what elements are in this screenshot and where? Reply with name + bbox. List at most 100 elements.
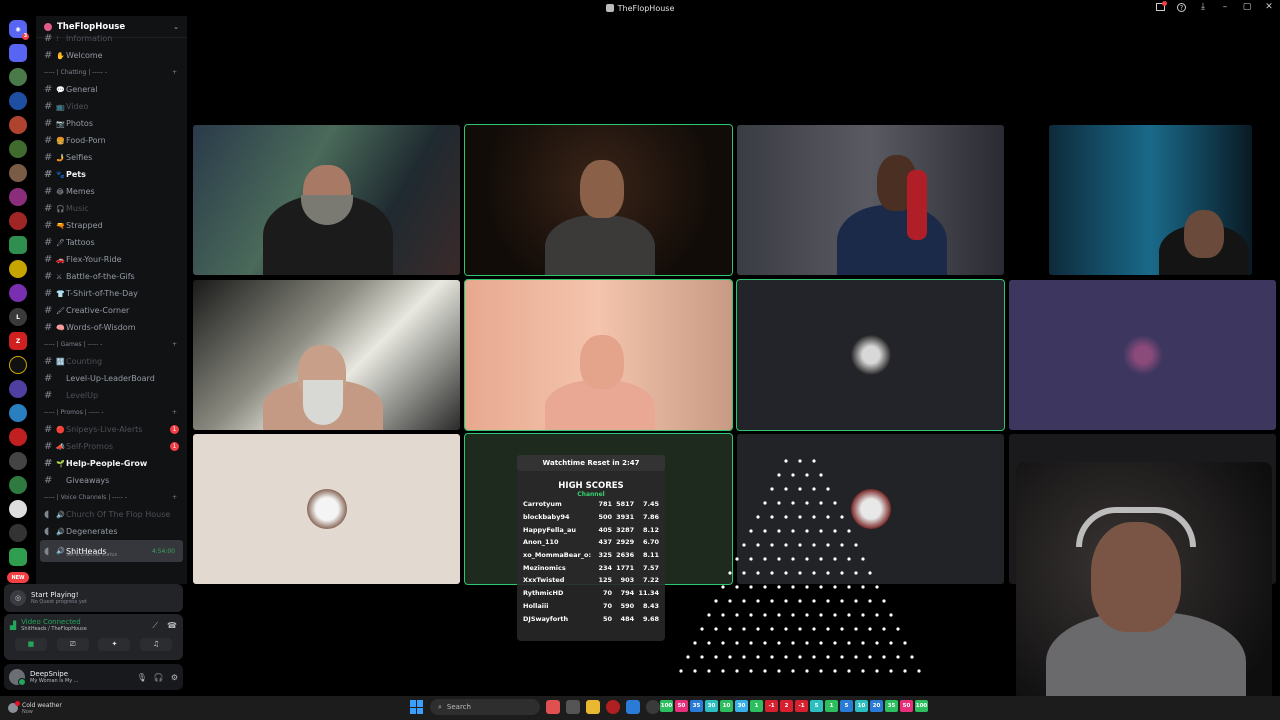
text-channel[interactable]: # ✋ Welcome xyxy=(36,47,187,64)
server-icon[interactable]: Z xyxy=(9,332,27,350)
maximize-button[interactable]: ▢ xyxy=(1242,2,1252,12)
voice-channel[interactable]: ◖ 🔊 ShitHeads 4:54:00 Set a channel status xyxy=(40,540,183,562)
text-channel[interactable]: # 🔫 Strapped xyxy=(36,217,187,234)
text-channel[interactable]: # 🎧 Music xyxy=(36,200,187,217)
video-tile[interactable] xyxy=(1009,280,1276,430)
text-channel[interactable]: # 🧠 Words-of-Wisdom xyxy=(36,319,187,336)
text-channel[interactable]: # 💬 General xyxy=(36,81,187,98)
text-channel[interactable]: # Giveaways xyxy=(36,472,187,489)
file-explorer-icon[interactable] xyxy=(586,700,600,714)
video-tile[interactable] xyxy=(464,124,733,276)
voice-channel[interactable]: ◖ 🔊 Church Of The Flop House xyxy=(36,506,187,523)
server-icon[interactable] xyxy=(9,68,27,86)
start-button[interactable] xyxy=(410,700,424,714)
video-tile[interactable] xyxy=(737,125,1004,275)
taskbar-search[interactable]: ⌕ Search xyxy=(430,699,540,715)
screen-share-button[interactable]: ⎚ xyxy=(56,638,89,651)
text-channel[interactable]: #! Information xyxy=(36,30,187,47)
microphone-icon[interactable]: 🎙 xyxy=(137,673,147,682)
text-channel[interactable]: # 🤳 Selfies xyxy=(36,149,187,166)
server-icon[interactable] xyxy=(9,260,27,278)
channel-category[interactable]: ----- | Promos | ----- - + xyxy=(36,404,187,421)
server-icon[interactable] xyxy=(9,164,27,182)
inbox-icon[interactable] xyxy=(1156,1,1167,11)
channel-category[interactable]: ----- | Games | ----- - + xyxy=(36,336,187,353)
signal-icon[interactable]: ▟ xyxy=(10,621,16,630)
text-channel[interactable]: # 🖌 Creative-Corner xyxy=(36,302,187,319)
task-view-icon[interactable] xyxy=(566,700,580,714)
activities-button[interactable]: ✦ xyxy=(98,638,131,651)
server-icon[interactable] xyxy=(9,140,27,158)
text-channel[interactable]: # 🚗 Flex-Your-Ride xyxy=(36,251,187,268)
text-channel[interactable]: # 🔴 Snipeys-Live-Alerts 1 xyxy=(36,421,187,438)
taskbar-app-icon[interactable] xyxy=(606,700,620,714)
player-name: Mezinomics xyxy=(523,563,566,572)
voice-channel-link[interactable]: ShitHeads / TheFlopHouse xyxy=(21,626,87,632)
text-channel[interactable]: # 👕 T-Shirt-of-The-Day xyxy=(36,285,187,302)
plinko-peg xyxy=(693,641,697,645)
server-icon[interactable] xyxy=(9,380,27,398)
video-tile[interactable] xyxy=(193,434,460,584)
server-icon[interactable] xyxy=(9,548,27,566)
server-icon[interactable] xyxy=(9,284,27,302)
server-icon[interactable] xyxy=(9,188,27,206)
minimize-button[interactable]: – xyxy=(1220,2,1230,12)
text-channel[interactable]: # ⚔ Battle-of-the-Gifs xyxy=(36,268,187,285)
weather-widget[interactable]: Cold weather Now xyxy=(0,701,130,715)
add-channel-icon[interactable]: + xyxy=(172,69,177,76)
video-tile[interactable] xyxy=(1049,125,1252,275)
text-channel[interactable]: # 📷 Photos xyxy=(36,115,187,132)
dm-icon[interactable] xyxy=(9,44,27,62)
channel-category[interactable]: ----- | Voice Channels | ----- - + xyxy=(36,489,187,506)
text-channel[interactable]: # 🍔 Food-Porn xyxy=(36,132,187,149)
server-icon[interactable] xyxy=(9,428,27,446)
voice-channel[interactable]: ◖ 🔊 Degenerates xyxy=(36,523,187,540)
discord-home-icon[interactable]: ◉ 3 xyxy=(9,20,29,40)
text-channel[interactable]: # 🔢 Counting xyxy=(36,353,187,370)
taskbar-app-icon[interactable] xyxy=(646,700,660,714)
channel-status[interactable]: Set a channel status xyxy=(66,552,117,558)
video-tile[interactable] xyxy=(193,125,460,275)
help-icon[interactable]: ? xyxy=(1177,2,1186,12)
server-icon[interactable] xyxy=(9,236,27,254)
server-icon[interactable] xyxy=(9,92,27,110)
text-channel[interactable]: # LevelUp xyxy=(36,387,187,404)
text-channel[interactable]: # 😂 Memes xyxy=(36,183,187,200)
video-tile[interactable] xyxy=(464,279,733,431)
text-channel[interactable]: # 📺 Video xyxy=(36,98,187,115)
text-channel[interactable]: # 🌱 Help-People-Grow xyxy=(36,455,187,472)
close-button[interactable]: ✕ xyxy=(1264,2,1274,12)
text-channel[interactable]: # 📣 Self-Promos 1 xyxy=(36,438,187,455)
camera-button[interactable]: ■ xyxy=(14,638,47,651)
soundboard-button[interactable]: ♫ xyxy=(140,638,173,651)
server-icon[interactable] xyxy=(9,404,27,422)
text-channel[interactable]: # 🐾 Pets xyxy=(36,166,187,183)
new-badge[interactable]: NEW xyxy=(7,572,29,583)
add-channel-icon[interactable]: + xyxy=(172,409,177,416)
server-icon[interactable] xyxy=(9,356,27,374)
server-icon[interactable] xyxy=(9,212,27,230)
server-icon[interactable]: L xyxy=(9,308,27,326)
add-channel-icon[interactable]: + xyxy=(172,494,177,501)
taskbar-app-icon[interactable] xyxy=(546,700,560,714)
taskbar-app-icon[interactable] xyxy=(626,700,640,714)
gear-icon[interactable]: ⚙ xyxy=(171,673,178,682)
quest-panel[interactable]: ◎ Start Playing! No Quest progress yet xyxy=(4,584,183,612)
server-icon[interactable] xyxy=(9,476,27,494)
channel-category[interactable]: ----- | Chatting | ----- - + xyxy=(36,64,187,81)
headphones-icon[interactable]: 🎧 xyxy=(154,673,164,682)
noise-suppression-icon[interactable]: ⟋ xyxy=(152,621,158,631)
text-channel[interactable]: # 🖊 Tattoos xyxy=(36,234,187,251)
text-channel[interactable]: # Level-Up-LeaderBoard xyxy=(36,370,187,387)
download-icon[interactable]: ⤓ xyxy=(1198,2,1208,12)
server-icon[interactable] xyxy=(9,452,27,470)
avatar[interactable] xyxy=(9,669,26,686)
server-icon[interactable] xyxy=(9,500,27,518)
add-channel-icon[interactable]: + xyxy=(172,341,177,348)
video-tile[interactable] xyxy=(736,279,1005,431)
pip-webcam xyxy=(1016,462,1272,718)
server-icon[interactable] xyxy=(9,116,27,134)
server-icon[interactable] xyxy=(9,524,27,542)
video-tile[interactable] xyxy=(193,280,460,430)
disconnect-icon[interactable]: ☎ xyxy=(167,621,177,631)
